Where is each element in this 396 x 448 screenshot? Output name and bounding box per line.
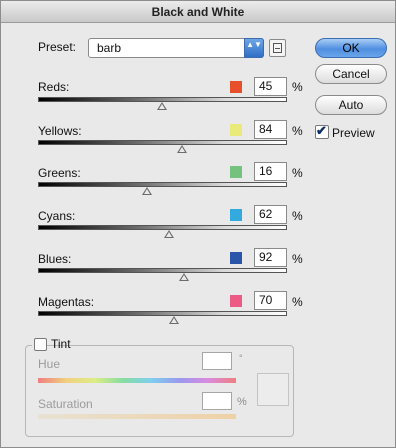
- cyans-percent: %: [292, 209, 303, 223]
- reds-slider-thumb-icon[interactable]: [157, 102, 167, 110]
- hue-slider-track[interactable]: [38, 378, 236, 383]
- window-title: Black and White: [1, 1, 395, 23]
- yellows-value-field[interactable]: 84: [254, 120, 287, 139]
- cyans-slider-thumb-icon[interactable]: [164, 230, 174, 238]
- greens-slider-thumb-icon[interactable]: [142, 187, 152, 195]
- hue-label: Hue: [38, 357, 61, 371]
- tint-label: Tint: [51, 337, 71, 351]
- magentas-slider-track[interactable]: [38, 311, 287, 316]
- greens-label: Greens:: [38, 166, 81, 180]
- saturation-percent: %: [237, 396, 247, 408]
- preset-options-icon: [273, 43, 282, 53]
- blues-value-field[interactable]: 92: [254, 248, 287, 267]
- degree-symbol: °: [239, 353, 243, 363]
- cyans-value-field[interactable]: 62: [254, 205, 287, 224]
- reds-label: Reds:: [38, 80, 70, 94]
- preview-label: Preview: [332, 126, 375, 140]
- tint-checkbox[interactable]: [34, 338, 47, 351]
- ok-button[interactable]: OK: [315, 38, 387, 58]
- blues-label: Blues:: [38, 252, 72, 266]
- saturation-label: Saturation: [38, 397, 93, 411]
- tint-color-swatch[interactable]: [257, 373, 289, 406]
- hue-field[interactable]: [202, 352, 232, 370]
- blues-slider-thumb-icon[interactable]: [179, 273, 189, 281]
- yellows-label: Yellows:: [38, 124, 82, 138]
- yellows-slider-thumb-icon[interactable]: [177, 145, 187, 153]
- cyans-swatch: [230, 209, 242, 221]
- preview-checkbox[interactable]: ✔: [315, 123, 329, 139]
- greens-slider-track[interactable]: [38, 182, 287, 187]
- saturation-slider-track[interactable]: [38, 414, 236, 419]
- magentas-percent: %: [292, 295, 303, 309]
- magentas-value-field[interactable]: 70: [254, 291, 287, 310]
- greens-swatch: [230, 166, 242, 178]
- reds-value-field[interactable]: 45: [254, 77, 287, 96]
- blues-percent: %: [292, 252, 303, 266]
- black-and-white-dialog: Black and White Preset: barb ▲▼ OK Cance…: [0, 0, 396, 448]
- magentas-label: Magentas:: [38, 295, 95, 309]
- reds-swatch: [230, 81, 242, 93]
- reds-percent: %: [292, 80, 303, 94]
- magentas-swatch: [230, 295, 242, 307]
- preset-select[interactable]: barb ▲▼: [88, 38, 264, 58]
- greens-value-field[interactable]: 16: [254, 162, 287, 181]
- preset-value: barb: [97, 41, 122, 55]
- saturation-field[interactable]: [202, 392, 232, 410]
- preset-options-button[interactable]: [269, 39, 286, 57]
- auto-button[interactable]: Auto: [315, 95, 387, 115]
- yellows-percent: %: [292, 124, 303, 138]
- yellows-swatch: [230, 124, 242, 136]
- blues-slider-track[interactable]: [38, 268, 287, 273]
- cyans-slider-track[interactable]: [38, 225, 287, 230]
- cyans-label: Cyans:: [38, 209, 76, 223]
- yellows-slider-track[interactable]: [38, 140, 287, 145]
- greens-percent: %: [292, 166, 303, 180]
- cancel-button[interactable]: Cancel: [315, 64, 387, 84]
- tint-group: [25, 345, 294, 437]
- checkmark-icon: ✔: [316, 123, 327, 138]
- magentas-slider-thumb-icon[interactable]: [169, 316, 179, 324]
- tint-toggle[interactable]: Tint: [32, 337, 71, 353]
- up-down-arrows-icon: ▲▼: [244, 38, 264, 58]
- preset-label: Preset:: [38, 40, 77, 54]
- blues-swatch: [230, 252, 242, 264]
